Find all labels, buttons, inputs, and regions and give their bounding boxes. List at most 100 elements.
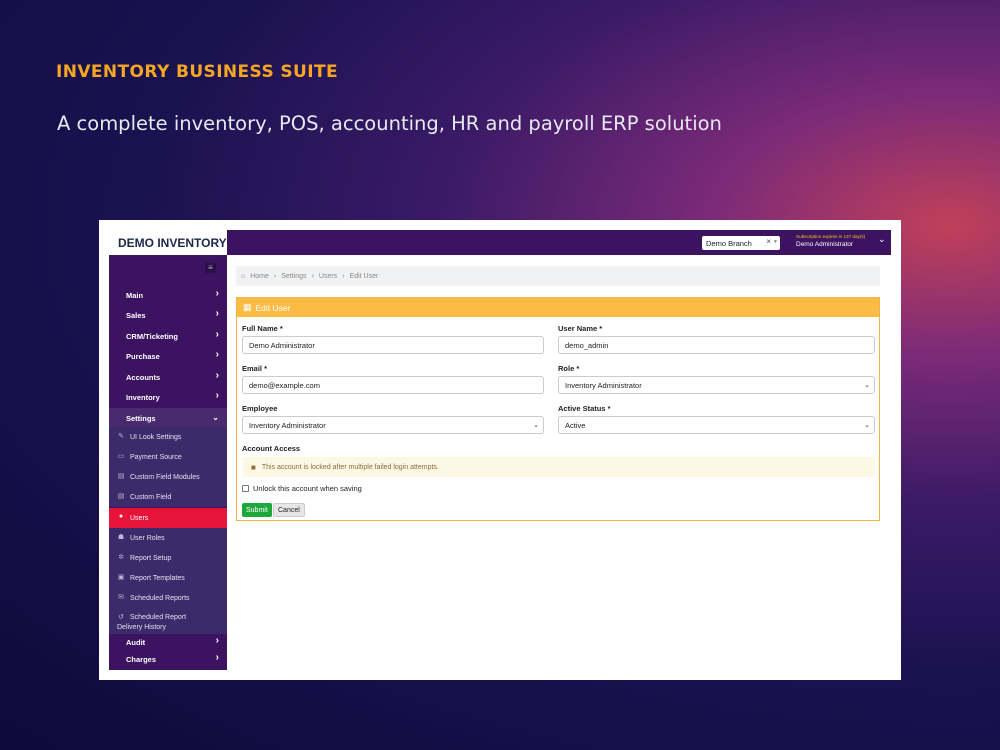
sidebar-item-label: Scheduled Reports [130,594,190,602]
chevron-right-icon: › [215,288,219,299]
printer-icon: ▣ [117,574,125,581]
sidebar: ≡ Main › Sales › CRM/Ticketing › Purchas… [109,255,227,670]
user-name-field[interactable]: demo_admin [558,336,875,354]
sidebar-item-inventory[interactable]: Inventory › [109,387,227,407]
sidebar-item-label: Charges [126,655,157,664]
sidebar-item-sales[interactable]: Sales › [109,305,227,325]
breadcrumb-current: Edit User [349,272,379,280]
sidebar-item-report-setup[interactable]: ✲ Report Setup [109,548,227,568]
sidebar-item-label: Purchase [126,351,160,361]
card-header: ▦ Edit User [237,298,879,317]
cancel-button[interactable]: Cancel [273,503,305,517]
card-title: Edit User [255,302,291,313]
sidebar-item-main[interactable]: Main › [109,285,227,305]
account-access-label: Account Access [242,444,301,453]
sidebar-item-report-templates[interactable]: ▣ Report Templates [109,568,227,588]
sidebar-item-label: Report Templates [130,574,185,582]
sidebar-item-settings[interactable]: Settings ⌄ [109,408,227,428]
active-status-select[interactable]: Active ⌄ [558,416,875,434]
unlock-checkbox-label: Unlock this account when saving [253,484,362,493]
app-logo[interactable]: DEMO INVENTORY [109,230,227,255]
sidebar-item-label: Inventory [126,392,160,402]
breadcrumb: ⌂ Home › Settings › Users › Edit User [236,266,880,286]
branch-select[interactable]: Demo Branch × ▼ [702,236,780,250]
sidebar-item-label: Scheduled Report [130,614,187,621]
sidebar-item-label: Accounts [126,372,161,382]
edit-user-card: ▦ Edit User Full Name * Demo Administrat… [236,297,880,521]
user-icon: ● [118,513,124,520]
sidebar-item-label: Custom Field Modules [130,473,200,481]
sidebar-item-users[interactable]: ● Users [109,508,227,528]
full-name-field[interactable]: Demo Administrator [242,336,544,354]
card-icon: ▭ [117,453,125,460]
sidebar-item-label-line2: Delivery History [117,624,167,631]
sidebar-item-charges[interactable]: Charges › [109,651,227,668]
clear-icon[interactable]: × [766,237,771,246]
promo-title: INVENTORY BUSINESS SUITE [56,62,338,82]
sidebar-item-label: Custom Field [130,493,172,501]
promo-subtitle: A complete inventory, POS, accounting, H… [57,112,722,135]
chevron-right-icon: › [215,370,219,381]
breadcrumb-home[interactable]: Home [250,273,269,280]
sidebar-item-custom-field[interactable]: ▤ Custom Field [109,487,227,507]
role-label: Role * [558,364,580,373]
breadcrumb-users[interactable]: Users [319,273,337,280]
list-icon: ▤ [117,493,125,500]
sidebar-item-crm[interactable]: CRM/Ticketing › [109,326,227,346]
unlock-checkbox[interactable] [242,485,249,492]
sidebar-item-payment-source[interactable]: ▭ Payment Source [109,447,227,467]
branch-select-value: Demo Branch [706,238,752,248]
employee-select-value: Inventory Administrator [249,420,326,430]
breadcrumb-separator: › [342,272,345,280]
active-status-value: Active [565,420,586,430]
employee-select[interactable]: Inventory Administrator ⌄ [242,416,544,434]
sidebar-item-label: Audit [126,638,146,647]
locked-message: This account is locked after multiple fa… [261,463,439,471]
chevron-down-icon: ▼ [773,239,778,245]
top-bar: DEMO INVENTORY Demo Branch × ▼ Subscript… [109,230,891,255]
pencil-icon: ✎ [118,433,124,440]
users-icon: ☗ [117,534,125,541]
sidebar-item-scheduled-reports[interactable]: ✉ Scheduled Reports [109,588,227,608]
sidebar-item-label: UI Look Settings [130,433,182,441]
chevron-down-icon: ⌄ [864,382,870,389]
role-select[interactable]: Inventory Administrator ⌄ [558,376,875,394]
history-icon: ↺ [118,614,124,621]
chevron-right-icon: › [215,329,219,340]
unlock-checkbox-row[interactable]: Unlock this account when saving [242,484,362,493]
chevron-down-icon: ⌄ [212,413,219,422]
sidebar-item-scheduled-report-history[interactable]: ↺ Scheduled Report Delivery History [109,608,227,634]
chevron-down-icon: ⌄ [533,422,539,429]
sidebar-item-label: User Roles [130,534,165,542]
subscription-notice: Subscription expires in 137 day(s) [796,234,866,239]
user-name[interactable]: Demo Administrator [796,241,853,248]
email-field[interactable]: demo@example.com [242,376,544,394]
chevron-right-icon: › [215,308,219,319]
breadcrumb-settings[interactable]: Settings [281,273,306,280]
sidebar-item-label: Report Setup [130,554,172,562]
main-content: ⌂ Home › Settings › Users › Edit User ▦ … [227,255,891,670]
chevron-down-icon: ⌄ [864,422,870,429]
lock-icon: ■ [251,462,256,472]
chevron-right-icon: › [215,652,219,663]
menu-toggle-icon[interactable]: ≡ [205,263,216,273]
chevron-right-icon: › [215,390,219,401]
sidebar-item-audit[interactable]: Audit › [109,634,227,651]
full-name-label: Full Name * [242,324,283,333]
gear-icon: ✲ [118,554,124,561]
sidebar-item-custom-field-modules[interactable]: ▤ Custom Field Modules [109,467,227,487]
employee-label: Employee [242,404,278,413]
user-menu-chevron-icon[interactable]: ⌄ [878,235,886,245]
sidebar-item-label: CRM/Ticketing [126,331,178,341]
sidebar-item-user-roles[interactable]: ☗ User Roles [109,528,227,548]
sidebar-item-purchase[interactable]: Purchase › [109,346,227,366]
breadcrumb-separator: › [311,272,314,280]
sidebar-item-ui-look-settings[interactable]: ✎ UI Look Settings [109,427,227,447]
gift-icon: ▦ [243,302,252,312]
submit-button[interactable]: Submit [242,503,272,517]
list-icon: ▤ [117,473,125,480]
breadcrumb-separator: › [273,272,277,280]
user-name-label: User Name * [558,324,603,333]
role-select-value: Inventory Administrator [565,380,642,390]
sidebar-item-accounts[interactable]: Accounts › [109,367,227,387]
